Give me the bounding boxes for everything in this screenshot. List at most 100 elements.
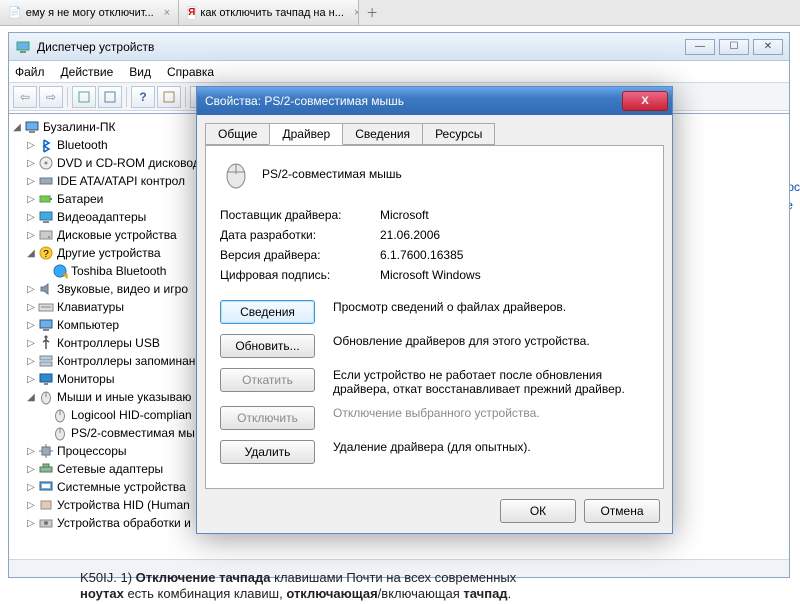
- node-label: Дисковые устройства: [55, 228, 177, 242]
- node-label: IDE ATA/ATAPI контрол: [55, 174, 185, 188]
- toolbar-btn[interactable]: [157, 86, 181, 108]
- warn-icon: [51, 263, 69, 279]
- properties-dialog: Свойства: PS/2-совместимая мышь X Общие …: [196, 86, 673, 534]
- provider-label: Поставщик драйвера:: [220, 208, 380, 222]
- back-button[interactable]: ⇦: [13, 86, 37, 108]
- close-button[interactable]: X: [622, 91, 668, 111]
- tab-title: как отключить тачпад на н...: [200, 7, 344, 19]
- date-label: Дата разработки:: [220, 228, 380, 242]
- node-label: Контроллеры запоминан: [55, 354, 195, 368]
- unknown-icon: ?: [37, 245, 55, 261]
- expander-icon[interactable]: ▷: [25, 302, 37, 313]
- cpu-icon: [37, 443, 55, 459]
- version-value: 6.1.7600.16385: [380, 248, 463, 262]
- menu-view[interactable]: Вид: [129, 65, 151, 79]
- expander-icon[interactable]: ▷: [25, 446, 37, 457]
- tab-resources[interactable]: Ресурсы: [422, 123, 495, 145]
- expander-icon[interactable]: ◢: [25, 248, 37, 259]
- keyboard-icon: [37, 299, 55, 315]
- update-driver-button[interactable]: Обновить...: [220, 334, 315, 358]
- menu-file[interactable]: Файл: [15, 65, 45, 79]
- mouse-icon: [51, 425, 69, 441]
- computer-icon: [23, 119, 41, 135]
- node-label: Мыши и иные указываю: [55, 390, 191, 404]
- toolbar-btn[interactable]: [72, 86, 96, 108]
- disk-icon: [37, 227, 55, 243]
- disable-device-button: Отключить: [220, 406, 315, 430]
- dialog-title: Свойства: PS/2-совместимая мышь: [197, 94, 622, 108]
- close-button[interactable]: ✕: [753, 39, 783, 55]
- system-icon: [37, 479, 55, 495]
- node-label: Устройства обработки и: [55, 516, 191, 530]
- ide-icon: [37, 173, 55, 189]
- expander-icon[interactable]: ▷: [25, 230, 37, 241]
- tab-general[interactable]: Общие: [205, 123, 270, 145]
- node-label: Устройства HID (Human: [55, 498, 190, 512]
- new-tab-button[interactable]: ＋: [359, 0, 385, 25]
- disable-device-desc: Отключение выбранного устройства.: [333, 406, 649, 420]
- expander-icon[interactable]: ▷: [25, 158, 37, 169]
- driver-details-button[interactable]: Сведения: [220, 300, 315, 324]
- node-label: PS/2-совместимая мы: [69, 426, 195, 440]
- expander-icon[interactable]: ▷: [25, 320, 37, 331]
- expander-icon[interactable]: ◢: [11, 122, 23, 133]
- tab-driver[interactable]: Драйвер: [269, 123, 343, 145]
- expander-icon[interactable]: ▷: [25, 338, 37, 349]
- expander-icon[interactable]: ▷: [25, 482, 37, 493]
- expander-icon[interactable]: ▷: [25, 212, 37, 223]
- expander-icon[interactable]: ▷: [25, 464, 37, 475]
- svg-text:?: ?: [43, 249, 49, 260]
- computer-icon: [37, 317, 55, 333]
- expander-icon[interactable]: ▷: [25, 356, 37, 367]
- article-snippet: K50IJ. 1) Отключение тачпада клавишами П…: [80, 570, 660, 602]
- window-title: Диспетчер устройств: [37, 40, 154, 54]
- browser-tab-0[interactable]: 📄 ему я не могу отключит... ×: [0, 0, 179, 25]
- battery-icon: [37, 191, 55, 207]
- ok-button[interactable]: ОК: [500, 499, 576, 523]
- tab-title: ему я не могу отключит...: [26, 7, 154, 19]
- rollback-driver-desc: Если устройство не работает после обновл…: [333, 368, 649, 396]
- expander-icon[interactable]: ▷: [25, 140, 37, 151]
- help-button[interactable]: ?: [131, 86, 155, 108]
- minimize-button[interactable]: —: [685, 39, 715, 55]
- node-label: Контроллеры USB: [55, 336, 160, 350]
- usb-icon: [37, 335, 55, 351]
- expander-icon[interactable]: ▷: [25, 194, 37, 205]
- menu-help[interactable]: Справка: [167, 65, 214, 79]
- menu-action[interactable]: Действие: [61, 65, 114, 79]
- maximize-button[interactable]: ☐: [719, 39, 749, 55]
- expander-icon[interactable]: ▷: [25, 518, 37, 529]
- toolbar-btn[interactable]: [98, 86, 122, 108]
- close-icon[interactable]: ×: [164, 7, 170, 19]
- uninstall-button[interactable]: Удалить: [220, 440, 315, 464]
- driver-details-desc: Просмотр сведений о файлах драйверов.: [333, 300, 649, 314]
- node-label: Системные устройства: [55, 480, 186, 494]
- expander-icon[interactable]: ▷: [25, 176, 37, 187]
- network-icon: [37, 461, 55, 477]
- tab-details[interactable]: Сведения: [342, 123, 423, 145]
- browser-tab-strip: 📄 ему я не могу отключит... × Я как откл…: [0, 0, 800, 26]
- expander-icon[interactable]: ▷: [25, 500, 37, 511]
- node-label: Батареи: [55, 192, 103, 206]
- dialog-titlebar[interactable]: Свойства: PS/2-совместимая мышь X: [197, 87, 672, 115]
- hid-icon: [37, 497, 55, 513]
- expander-icon[interactable]: ▷: [25, 284, 37, 295]
- node-label: Logicool HID-complian: [69, 408, 192, 422]
- forward-button[interactable]: ⇨: [39, 86, 63, 108]
- expander-icon[interactable]: ◢: [25, 392, 37, 403]
- node-label: Toshiba Bluetooth: [69, 264, 166, 278]
- provider-value: Microsoft: [380, 208, 429, 222]
- browser-tab-1[interactable]: Я как отключить тачпад на н... ×: [179, 0, 359, 25]
- rollback-driver-button: Откатить: [220, 368, 315, 392]
- expander-icon[interactable]: ▷: [25, 374, 37, 385]
- titlebar[interactable]: Диспетчер устройств — ☐ ✕: [9, 33, 789, 61]
- display-icon: [37, 209, 55, 225]
- tab-panel: PS/2-совместимая мышь Поставщик драйвера…: [205, 145, 664, 489]
- mouse-icon: [37, 389, 55, 405]
- menubar: Файл Действие Вид Справка: [9, 61, 789, 83]
- node-label: Процессоры: [55, 444, 127, 458]
- cancel-button[interactable]: Отмена: [584, 499, 660, 523]
- disc-icon: [37, 155, 55, 171]
- node-label: Звуковые, видео и игро: [55, 282, 188, 296]
- imaging-icon: [37, 515, 55, 531]
